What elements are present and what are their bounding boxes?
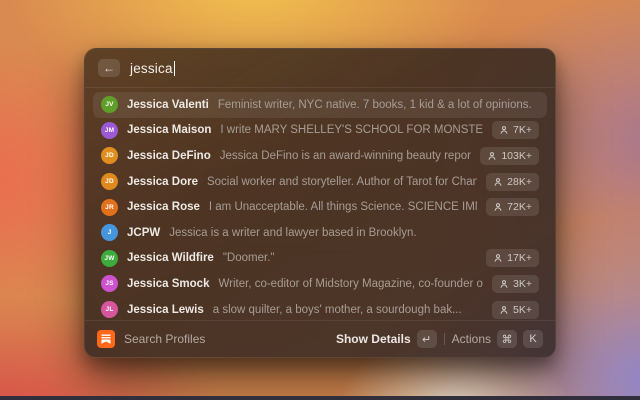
search-query-text: jessica [130,60,173,76]
result-name: Jessica Rose [127,201,200,214]
footer-actions: Show Details ↵ Actions ⌘ K [336,330,543,348]
person-icon [494,203,502,212]
return-key-icon: ↵ [416,330,437,348]
result-row-jcpw[interactable]: J JCPW Jessica is a writer and lawyer ba… [93,220,547,246]
desktop-bottom-strip [0,396,640,400]
person-icon [494,254,502,263]
result-name: Jessica Lewis [127,303,204,316]
avatar-initials: JD [105,152,114,160]
person-icon [500,305,508,314]
result-description: I write MARY SHELLEY'S SCHOOL FOR MONSTE… [220,124,484,137]
avatar-initials: JM [104,126,115,134]
followers-badge: 3K+ [492,274,539,293]
search-input[interactable]: jessica [130,60,176,76]
followers-badge: 5K+ [492,300,539,319]
text-caret [173,60,176,76]
result-description: I am Unacceptable. All things Science. S… [208,201,477,214]
avatar-initials: J [107,229,112,237]
actions-label: Actions [451,332,491,346]
result-name: Jessica Dore [127,175,198,188]
followers-badge: 72K+ [486,198,539,217]
result-row-jessica-wildfire[interactable]: JW Jessica Wildfire "Doomer." 17K+ [93,246,547,272]
back-button[interactable]: ← [98,59,120,77]
followers-count: 103K+ [501,149,532,162]
avatar-initials: JD [105,178,114,186]
k-key-icon: K [523,330,543,348]
substack-logo-icon [97,330,115,348]
result-name: Jessica DeFino [127,149,211,162]
followers-badge: 17K+ [486,249,539,268]
avatar: JW [101,249,118,267]
command-name: Search Profiles [124,332,206,346]
avatar: JV [101,96,118,114]
followers-count: 5K+ [513,303,532,316]
person-icon [500,126,508,135]
result-row-jessica-dore[interactable]: JD Jessica Dore Social worker and storyt… [93,169,547,195]
show-details-label: Show Details [335,332,411,346]
result-row-jessica-lewis[interactable]: JL Jessica Lewis a slow quilter, a boys'… [93,297,547,320]
followers-badge: 103K+ [480,146,539,165]
search-bar: ← jessica [85,49,555,87]
result-description: Feminist writer, NYC native. 7 books, 1 … [217,98,532,111]
footer-divider [443,333,445,345]
avatar: JS [101,275,118,293]
followers-badge: 7K+ [492,121,539,140]
result-description: "Doomer." [222,252,275,265]
raycast-search-window: ← jessica JV Jessica Valenti Feminist wr… [84,48,556,358]
actions-button[interactable]: Actions ⌘ K [452,330,543,348]
avatar: JL [101,301,118,319]
result-row-jessica-smock[interactable]: JS Jessica Smock Writer, co-editor of Mi… [93,271,547,297]
avatar-initials: JV [105,101,114,109]
followers-count: 3K+ [513,277,532,290]
followers-count: 7K+ [513,124,532,137]
person-icon [500,280,508,288]
show-details-button[interactable]: Show Details ↵ [336,330,437,348]
result-description: a slow quilter, a boys' mother, a sourdo… [212,303,462,316]
result-name: Jessica Maison [127,124,212,137]
avatar-initials: JS [105,280,114,288]
followers-count: 72K+ [507,201,532,214]
person-icon [488,152,496,160]
followers-count: 28K+ [507,175,532,188]
footer-bar: Search Profiles Show Details ↵ Actions ⌘… [85,320,555,357]
avatar: JR [101,198,118,216]
result-description: Jessica DeFino is an award-winning beaut… [219,149,472,162]
result-name: JCPW [127,226,161,239]
result-description: Jessica is a writer and lawyer based in … [169,226,417,239]
result-description: Social worker and storyteller. Author of… [206,175,478,188]
avatar: JD [101,147,118,165]
result-row-jessica-maison[interactable]: JM Jessica Maison I write MARY SHELLEY'S… [93,118,547,144]
avatar-initials: JW [104,254,115,262]
avatar-initials: JL [105,306,114,314]
person-icon [494,177,502,186]
avatar-initials: JR [105,203,114,211]
arrow-left-icon: ← [103,61,115,75]
results-list: JV Jessica Valenti Feminist writer, NYC … [85,88,555,320]
command-key-icon: ⌘ [497,330,517,348]
result-name: Jessica Valenti [127,98,209,111]
result-row-jessica-valenti[interactable]: JV Jessica Valenti Feminist writer, NYC … [93,92,547,118]
result-description: Writer, co-editor of Midstory Magazine, … [218,277,483,290]
avatar: JD [101,173,118,191]
followers-count: 17K+ [507,252,532,265]
result-row-jessica-defino[interactable]: JD Jessica DeFino Jessica DeFino is an a… [93,143,547,169]
result-name: Jessica Smock [127,277,210,290]
avatar: J [101,224,118,242]
followers-badge: 28K+ [486,172,539,191]
result-name: Jessica Wildfire [127,252,214,265]
desktop-background: ← jessica JV Jessica Valenti Feminist wr… [0,0,640,400]
avatar: JM [101,121,118,139]
result-row-jessica-rose[interactable]: JR Jessica Rose I am Unacceptable. All t… [93,194,547,220]
